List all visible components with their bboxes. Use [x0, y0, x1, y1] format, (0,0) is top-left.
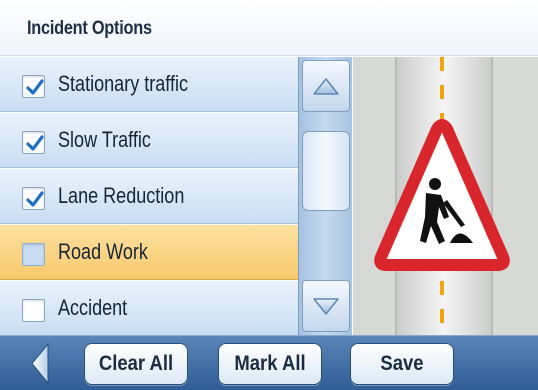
checkbox[interactable]: [22, 131, 45, 154]
list-item-accident[interactable]: Accident: [0, 281, 298, 335]
scroll-thumb[interactable]: [302, 131, 350, 211]
triangle-down-icon: [313, 298, 339, 315]
road-work-warning-sign-icon: [353, 57, 538, 335]
list-item-label: Stationary traffic: [58, 71, 189, 96]
checkmark-icon: [26, 191, 44, 207]
list-item-label: Slow Traffic: [58, 127, 151, 152]
back-button[interactable]: [0, 336, 70, 390]
list-item-slow-traffic[interactable]: Slow Traffic: [0, 113, 298, 168]
list-item-label: Lane Reduction: [58, 183, 185, 208]
checkbox[interactable]: [22, 243, 45, 266]
mark-all-label: Mark All: [234, 352, 306, 375]
checkbox[interactable]: [22, 187, 45, 210]
checkbox[interactable]: [22, 75, 45, 98]
clear-all-button[interactable]: Clear All: [84, 343, 188, 385]
incident-list: Stationary traffic Slow Traffic Lane Red…: [0, 57, 298, 335]
save-button[interactable]: Save: [350, 343, 454, 385]
list-item-label: Accident: [58, 295, 128, 320]
list-item-label: Road Work: [58, 239, 148, 264]
checkmark-icon: [26, 79, 44, 95]
list-item-lane-reduction[interactable]: Lane Reduction: [0, 169, 298, 224]
scroll-down-button[interactable]: [302, 280, 350, 332]
triangle-up-icon: [313, 78, 339, 95]
list-item-road-work[interactable]: Road Work: [0, 225, 298, 280]
scrollbar[interactable]: [298, 57, 352, 335]
incident-preview: [353, 57, 538, 335]
list-item-stationary-traffic[interactable]: Stationary traffic: [0, 57, 298, 112]
bottom-toolbar: Clear All Mark All Save: [0, 335, 538, 390]
back-arrow-icon: [31, 342, 49, 385]
mark-all-button[interactable]: Mark All: [218, 343, 322, 385]
save-label: Save: [380, 352, 424, 375]
checkbox[interactable]: [22, 299, 45, 322]
checkmark-icon: [26, 135, 44, 151]
scroll-up-button[interactable]: [302, 60, 350, 112]
clear-all-label: Clear All: [98, 352, 174, 375]
header-bar: Incident Options: [0, 0, 538, 56]
page-title: Incident Options: [27, 18, 152, 39]
